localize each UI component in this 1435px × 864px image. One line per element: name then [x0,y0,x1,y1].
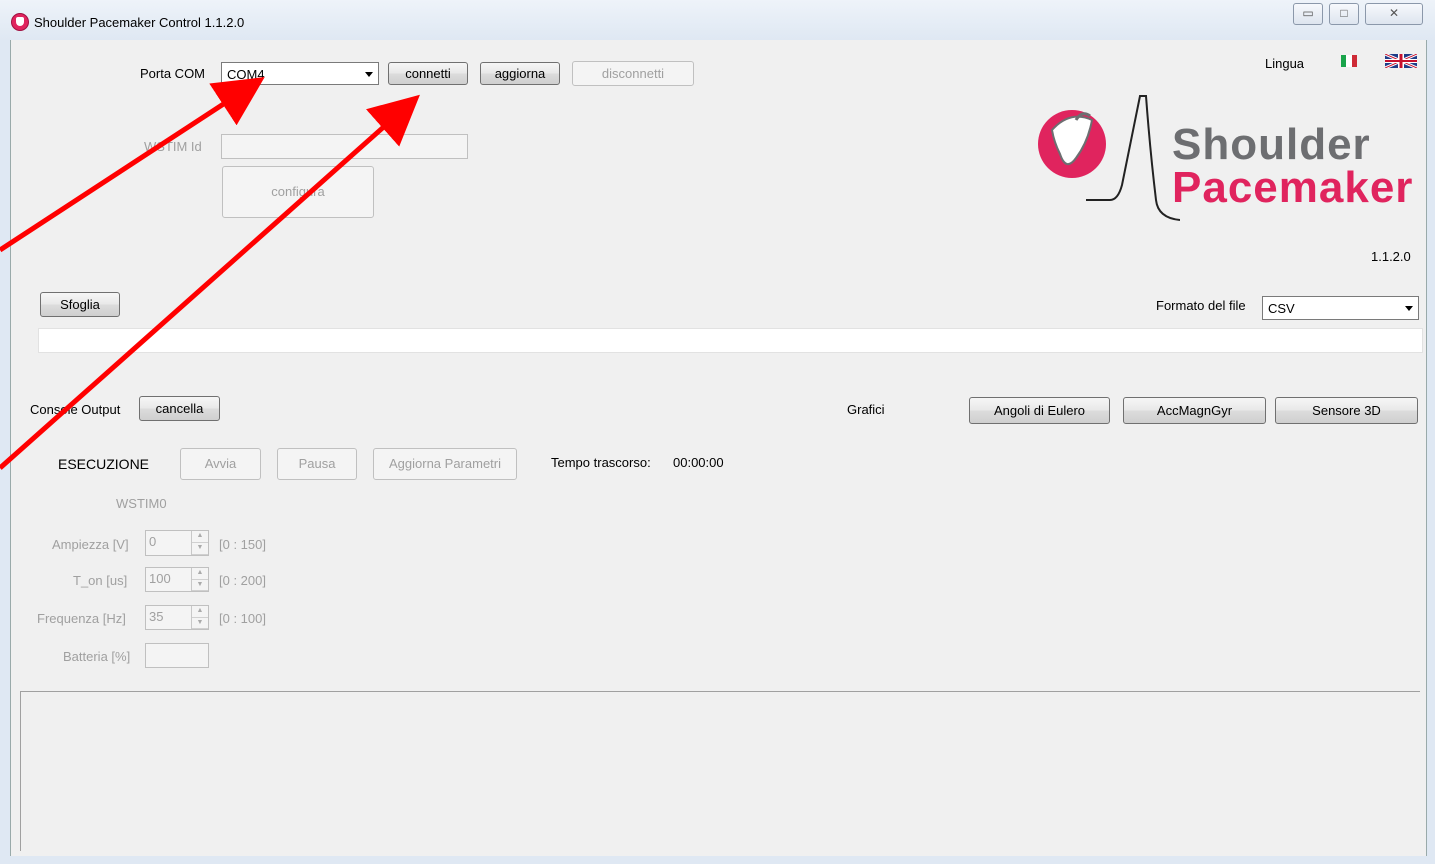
arrow-to-com-port [0,77,265,253]
annotation-arrows [0,77,420,470]
arrow-to-connect-button [0,94,420,470]
